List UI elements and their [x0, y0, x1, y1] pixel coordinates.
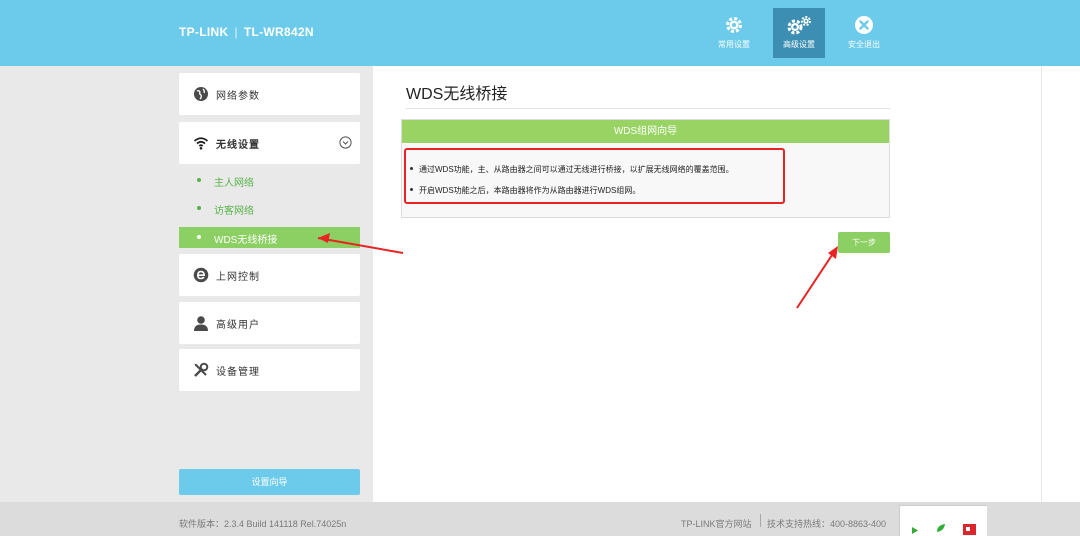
wifi-icon [193, 137, 209, 150]
sidebar-item-advanced-user-label: 高级用户 [216, 320, 260, 331]
sidebar-subitem-guest-network[interactable]: 访客网络 [179, 198, 360, 219]
tools-icon [194, 362, 209, 377]
gears-icon [787, 16, 811, 35]
nav-logout[interactable]: 安全退出 [838, 8, 890, 58]
nav-common-settings[interactable]: 常用设置 [708, 8, 760, 58]
model-name: TL-WR842N [243, 25, 314, 39]
support-hotline: 技术支持热线：400-8863-400 [767, 519, 887, 529]
sidebar-item-network-label: 网络参数 [216, 91, 260, 102]
gear-icon [726, 17, 742, 33]
header-bar: TP-LINK | TL-WR842N 常用设置 高级设置 安全退出 [0, 0, 1080, 66]
next-button[interactable]: 下一步 [838, 232, 890, 253]
bullet-dot [197, 206, 201, 210]
sidebar-subitem-host-network-label: 主人网络 [214, 178, 254, 189]
app-tray-icon[interactable] [963, 524, 976, 535]
sidebar-item-network[interactable]: 网络参数 [179, 73, 360, 115]
user-icon [194, 316, 208, 331]
chevron-down-icon[interactable] [339, 136, 352, 149]
panel-title: WDS组网向导 [402, 120, 889, 143]
page-title: WDS无线桥接 [406, 86, 508, 103]
play-icon[interactable] [910, 526, 919, 535]
sidebar-item-wireless[interactable]: 无线设置 [179, 122, 360, 164]
official-site-link[interactable]: TP-LINK官方网站 [681, 517, 752, 530]
nav-advanced-settings-label: 高级设置 [783, 40, 815, 49]
footer-divider [760, 514, 761, 527]
scrollbar-area[interactable] [1041, 66, 1080, 502]
setup-wizard-button[interactable]: 设置向导 [179, 469, 360, 495]
globe-icon [194, 87, 208, 101]
title-divider [406, 108, 890, 109]
firmware-version: 软件版本：2.3.4 Build 141118 Rel.74025n [179, 519, 347, 529]
sidebar-item-internet-control-label: 上网控制 [216, 272, 260, 283]
sidebar-item-device-management[interactable]: 设备管理 [179, 349, 360, 391]
internet-e-icon [193, 267, 209, 283]
nav-logout-label: 安全退出 [848, 40, 880, 49]
sidebar-item-advanced-user[interactable]: 高级用户 [179, 302, 360, 344]
bullet-dot [197, 178, 201, 182]
brand-logo: TP-LINK | TL-WR842N [179, 25, 314, 39]
sidebar-item-device-management-label: 设备管理 [216, 367, 260, 378]
brand-name: TP-LINK [179, 25, 229, 39]
nav-common-settings-label: 常用设置 [718, 40, 750, 49]
sidebar-subitem-wds-bridge[interactable]: WDS无线桥接 [179, 227, 360, 248]
annotation-highlight-box [404, 148, 785, 204]
sidebar-subitem-wds-bridge-label: WDS无线桥接 [214, 235, 278, 246]
system-tray [899, 505, 987, 536]
sidebar-subitem-host-network[interactable]: 主人网络 [179, 170, 360, 191]
sidebar-item-internet-control[interactable]: 上网控制 [179, 254, 360, 296]
close-circle-icon [855, 16, 873, 34]
sidebar-item-wireless-label: 无线设置 [216, 140, 260, 151]
bullet-dot [197, 235, 201, 239]
leaf-icon[interactable] [936, 523, 946, 533]
sidebar-subitem-guest-network-label: 访客网络 [214, 206, 254, 217]
nav-advanced-settings[interactable]: 高级设置 [773, 8, 825, 58]
